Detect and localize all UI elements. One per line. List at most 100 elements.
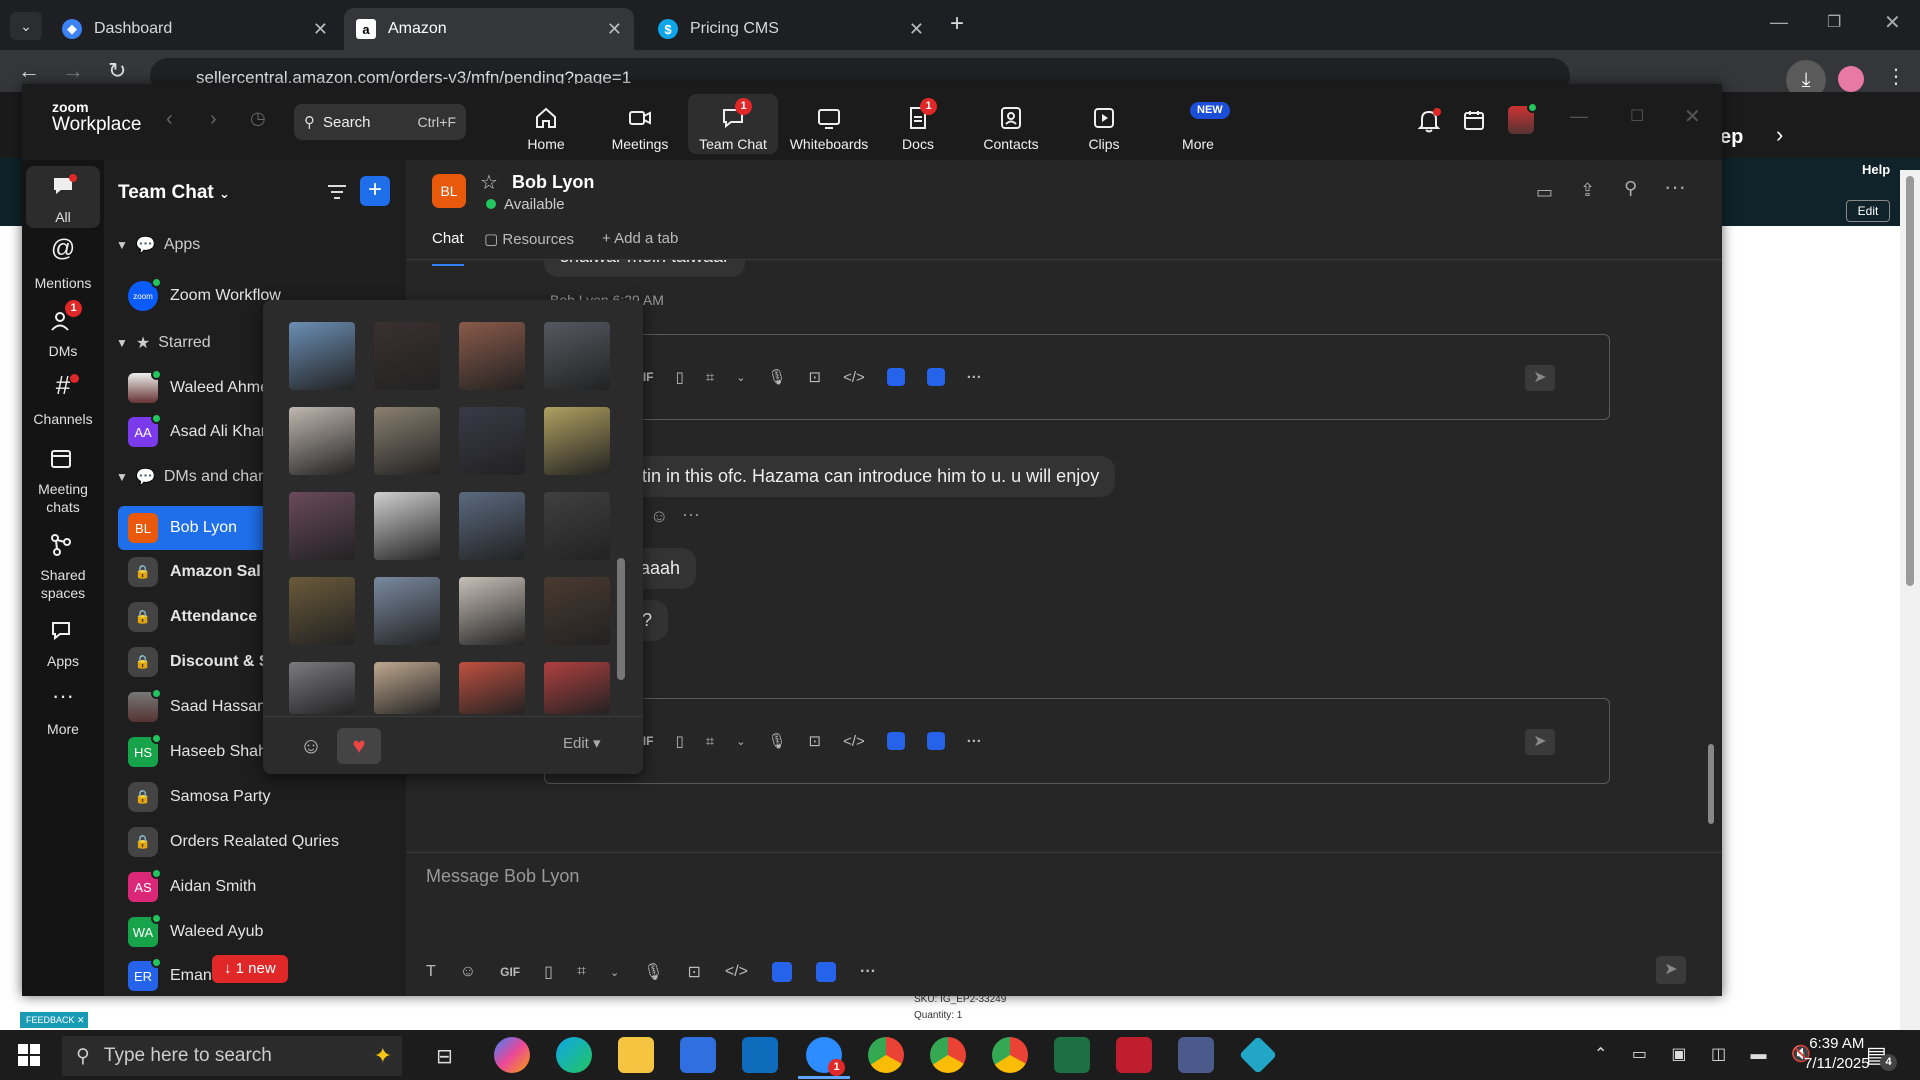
page-scrollbar-thumb[interactable] <box>1906 176 1914 586</box>
file-icon[interactable]: ▯ <box>676 732 684 750</box>
app-icon-blue[interactable] <box>772 962 793 982</box>
sidebar-title[interactable]: Team Chat ⌄ <box>118 182 230 204</box>
forward-icon[interactable]: → <box>62 58 84 84</box>
section-apps[interactable]: ▼ 💬 Apps <box>104 230 406 260</box>
sticker-thumbnail[interactable] <box>289 407 355 475</box>
rail-apps[interactable]: Apps <box>22 618 104 670</box>
reply-composer[interactable]: T☺GIF▯⌗⌄🎙⊡</>··· ➤ <box>544 334 1610 420</box>
search-input[interactable]: ⚲ Search Ctrl+F <box>294 104 466 140</box>
profile-avatar[interactable] <box>1838 66 1864 92</box>
more-actions-icon[interactable]: ··· <box>682 504 700 525</box>
browser-tab-dashboard[interactable]: ◆ Dashboard ✕ <box>50 8 340 50</box>
store-icon[interactable] <box>680 1037 716 1073</box>
file-explorer-icon[interactable] <box>618 1037 654 1073</box>
sticker-thumbnail[interactable] <box>459 577 525 645</box>
chevron-down-icon[interactable]: ⌄ <box>736 371 745 384</box>
edge-icon[interactable] <box>556 1037 592 1073</box>
calculator-icon[interactable] <box>1178 1037 1214 1073</box>
nav-home[interactable]: Home <box>501 104 591 152</box>
reload-icon[interactable]: ↻ <box>108 58 126 84</box>
chevron-down-icon[interactable]: ⌄ <box>736 735 745 748</box>
close-tab-icon[interactable]: ✕ <box>909 19 924 40</box>
video-call-icon[interactable]: ▭ <box>1536 182 1553 203</box>
nav-contacts[interactable]: Contacts <box>966 104 1056 152</box>
rail-shared-spaces[interactable]: Shared spaces <box>22 532 104 602</box>
sticker-thumbnail[interactable] <box>374 662 440 714</box>
emoji-tab-icon[interactable]: ☺ <box>293 728 329 764</box>
sticker-thumbnail[interactable] <box>289 577 355 645</box>
rail-meeting-chats[interactable]: Meeting chats <box>22 446 104 516</box>
edit-button[interactable]: Edit <box>1846 200 1890 222</box>
calendar-icon[interactable] <box>1462 108 1486 132</box>
nav-whiteboards[interactable]: Whiteboards <box>779 104 879 152</box>
picker-scrollbar-thumb[interactable] <box>617 558 625 680</box>
sticker-thumbnail[interactable] <box>289 662 355 714</box>
sidebar-item-orders[interactable]: 🔒 Orders Realated Quries <box>104 820 406 864</box>
zoom-maximize-icon[interactable]: ☐ <box>1630 106 1644 126</box>
rail-dms[interactable]: 1 DMs <box>22 300 104 360</box>
back-icon[interactable]: ← <box>18 58 40 84</box>
minimize-window-icon[interactable]: — <box>1770 12 1788 33</box>
app-diamond-icon[interactable] <box>1238 1035 1278 1075</box>
sticker-thumbnail[interactable] <box>544 577 610 645</box>
close-window-icon[interactable]: ✕ <box>1884 10 1901 35</box>
zoom-close-icon[interactable]: ✕ <box>1684 104 1701 129</box>
chat-contact-name[interactable]: Bob Lyon <box>512 172 594 193</box>
message-input[interactable]: Message Bob Lyon <box>426 856 1696 916</box>
format-text-icon[interactable]: T <box>426 963 436 981</box>
stickers-tab-heart-icon[interactable]: ♥ <box>337 728 381 764</box>
restore-window-icon[interactable]: ❐ <box>1827 12 1841 32</box>
browser-tab-amazon[interactable]: a Amazon ✕ <box>344 8 634 50</box>
task-view-icon[interactable]: ⊟ <box>436 1044 453 1069</box>
app-icon-blue[interactable] <box>886 732 905 750</box>
copilot-icon[interactable] <box>494 1037 530 1073</box>
send-button[interactable]: ➤ <box>1656 956 1686 984</box>
zoom-taskbar-icon[interactable]: 1 <box>806 1037 845 1076</box>
audio-icon[interactable]: 🎙 <box>767 368 786 386</box>
sticker-thumbnail[interactable] <box>289 492 355 560</box>
sticker-thumbnail[interactable] <box>374 407 440 475</box>
close-tab-icon[interactable]: ✕ <box>607 19 622 40</box>
video-message-icon[interactable]: ⊡ <box>808 368 821 386</box>
sticker-thumbnail[interactable] <box>459 662 525 714</box>
user-avatar[interactable] <box>1508 102 1538 134</box>
audio-icon[interactable]: 🎙 <box>643 962 663 982</box>
rail-mentions[interactable]: @ Mentions <box>22 237 104 292</box>
star-icon[interactable]: ☆ <box>480 170 498 195</box>
feedback-tab[interactable]: FEEDBACK ✕ <box>20 1012 88 1028</box>
gif-icon[interactable]: GIF <box>500 965 520 979</box>
add-reaction-icon[interactable]: ☺ <box>650 506 668 527</box>
taskbar-search-box[interactable]: ⚲ Type here to search ✦ <box>62 1036 402 1076</box>
share-screen-icon[interactable]: ⇪ <box>1580 180 1595 201</box>
nav-more[interactable]: NEW More <box>1153 102 1243 152</box>
video-message-icon[interactable]: ⊡ <box>808 732 821 750</box>
sticker-thumbnail[interactable] <box>544 492 610 560</box>
nav-clips[interactable]: Clips <box>1059 104 1149 152</box>
rail-more[interactable]: ··· More <box>22 685 104 738</box>
tab-search-button[interactable]: ⌄ <box>10 12 42 40</box>
chrome-icon[interactable] <box>930 1037 966 1073</box>
outlook-icon[interactable] <box>742 1037 778 1073</box>
close-tab-icon[interactable]: ✕ <box>313 19 328 40</box>
sidebar-item-aidan-smith[interactable]: AS Aidan Smith <box>104 865 406 909</box>
chrome-icon[interactable] <box>992 1037 1028 1073</box>
browser-tab-pricing[interactable]: $ Pricing CMS ✕ <box>646 8 936 50</box>
sticker-thumbnail[interactable] <box>459 322 525 390</box>
rail-channels[interactable]: # Channels <box>22 372 104 428</box>
more-options-icon[interactable]: ··· <box>860 963 876 981</box>
screenshot-icon[interactable]: ⌗ <box>706 369 714 386</box>
edit-stickers-button[interactable]: Edit ▾ <box>563 734 601 752</box>
notification-bell-icon[interactable] <box>1417 108 1441 134</box>
sticker-thumbnail[interactable] <box>374 492 440 560</box>
send-icon[interactable]: ➤ <box>1525 365 1555 391</box>
new-chat-button[interactable]: + <box>360 176 390 206</box>
sticker-thumbnail[interactable] <box>544 322 610 390</box>
nav-docs[interactable]: 1 Docs <box>873 98 963 152</box>
nav-team-chat[interactable]: 1 Team Chat <box>688 94 778 154</box>
sticker-thumbnail[interactable] <box>289 322 355 390</box>
tab-resources[interactable]: ▢ Resources <box>484 230 574 248</box>
code-icon[interactable]: </> <box>843 733 865 750</box>
sticker-thumbnail[interactable] <box>374 577 440 645</box>
send-icon[interactable]: ➤ <box>1525 729 1555 755</box>
file-icon[interactable]: ▯ <box>676 368 684 386</box>
